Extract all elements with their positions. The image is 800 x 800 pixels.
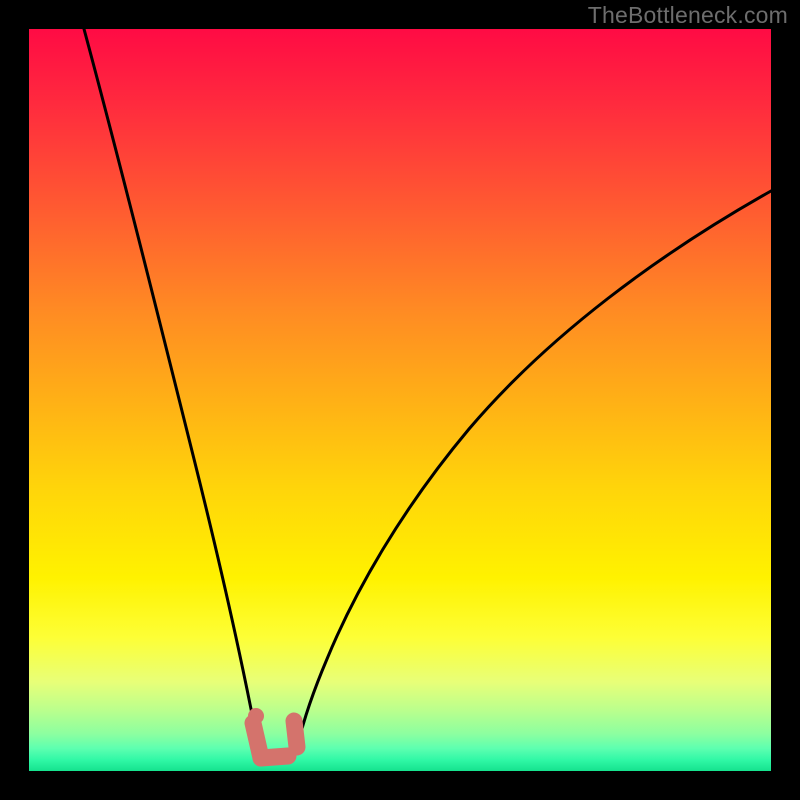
curve-left <box>84 29 260 744</box>
watermark-text: TheBottleneck.com <box>588 2 788 29</box>
marker-stroke-right <box>294 721 297 747</box>
curve-overlay <box>29 29 771 771</box>
curve-right <box>298 191 771 744</box>
marker-stroke-bottom <box>261 756 288 758</box>
chart-frame: TheBottleneck.com <box>0 0 800 800</box>
plot-area <box>29 29 771 771</box>
